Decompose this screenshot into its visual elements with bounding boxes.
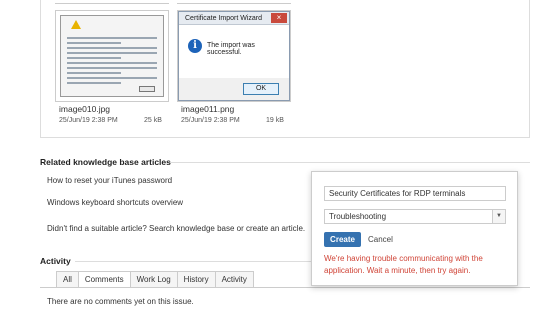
chevron-down-icon[interactable]: ▼	[492, 210, 505, 223]
warning-icon	[71, 20, 81, 29]
kb-article-link[interactable]: How to reset your iTunes password	[47, 176, 172, 185]
no-comments-text: There are no comments yet on this issue.	[47, 297, 194, 306]
kb-article-link[interactable]: Windows keyboard shortcuts overview	[47, 198, 183, 207]
info-icon: i	[188, 39, 202, 53]
attachment-size: 19 kB	[266, 117, 284, 124]
attachment-name[interactable]: image011.png	[181, 104, 234, 114]
activity-section-title: Activity	[40, 256, 71, 266]
tab-comments[interactable]: Comments	[78, 271, 131, 288]
preview-ok-button	[139, 86, 155, 92]
attachment-row-cut	[177, 0, 291, 4]
article-category-select[interactable]: Troubleshooting ▼	[324, 209, 506, 224]
divider	[75, 261, 311, 262]
attachment-date: 25/Jun/19 2:38 PM	[181, 117, 240, 124]
attachment-thumbnail-image010[interactable]	[55, 10, 169, 102]
kb-section-title: Related knowledge base articles	[40, 157, 171, 167]
close-icon: ×	[271, 13, 287, 23]
attachment-size: 25 kB	[144, 117, 162, 124]
cancel-button[interactable]: Cancel	[368, 235, 393, 244]
divider	[170, 162, 530, 163]
create-button[interactable]: Create	[324, 232, 361, 247]
tab-work-log[interactable]: Work Log	[130, 271, 178, 288]
category-select-value: Troubleshooting	[329, 212, 387, 221]
certificate-dialog-preview: Certificate Import Wizard × i The import…	[178, 11, 290, 101]
attachment-row-cut	[55, 0, 169, 4]
dialog-message: The import was successful.	[207, 42, 255, 56]
attachments-panel: Certificate Import Wizard × i The import…	[40, 0, 530, 138]
create-article-popup: Security Certificates for RDP terminals …	[311, 171, 518, 286]
attachment-date: 25/Jun/19 2:38 PM	[59, 117, 118, 124]
tab-all[interactable]: All	[56, 271, 79, 288]
attachment-thumbnail-image011[interactable]: Certificate Import Wizard × i The import…	[177, 10, 291, 102]
tabs-baseline	[40, 287, 530, 288]
activity-tabs: All Comments Work Log History Activity	[56, 271, 254, 288]
tab-history[interactable]: History	[177, 271, 216, 288]
error-message: We're having trouble communicating with …	[324, 254, 483, 275]
tab-activity[interactable]: Activity	[215, 271, 254, 288]
kb-suggest-text[interactable]: Didn't find a suitable article? Search k…	[47, 224, 305, 233]
dialog-ok-button: OK	[243, 83, 279, 95]
attachment-name[interactable]: image010.jpg	[59, 104, 110, 114]
document-preview	[60, 15, 164, 97]
article-title-input[interactable]: Security Certificates for RDP terminals	[324, 186, 506, 201]
